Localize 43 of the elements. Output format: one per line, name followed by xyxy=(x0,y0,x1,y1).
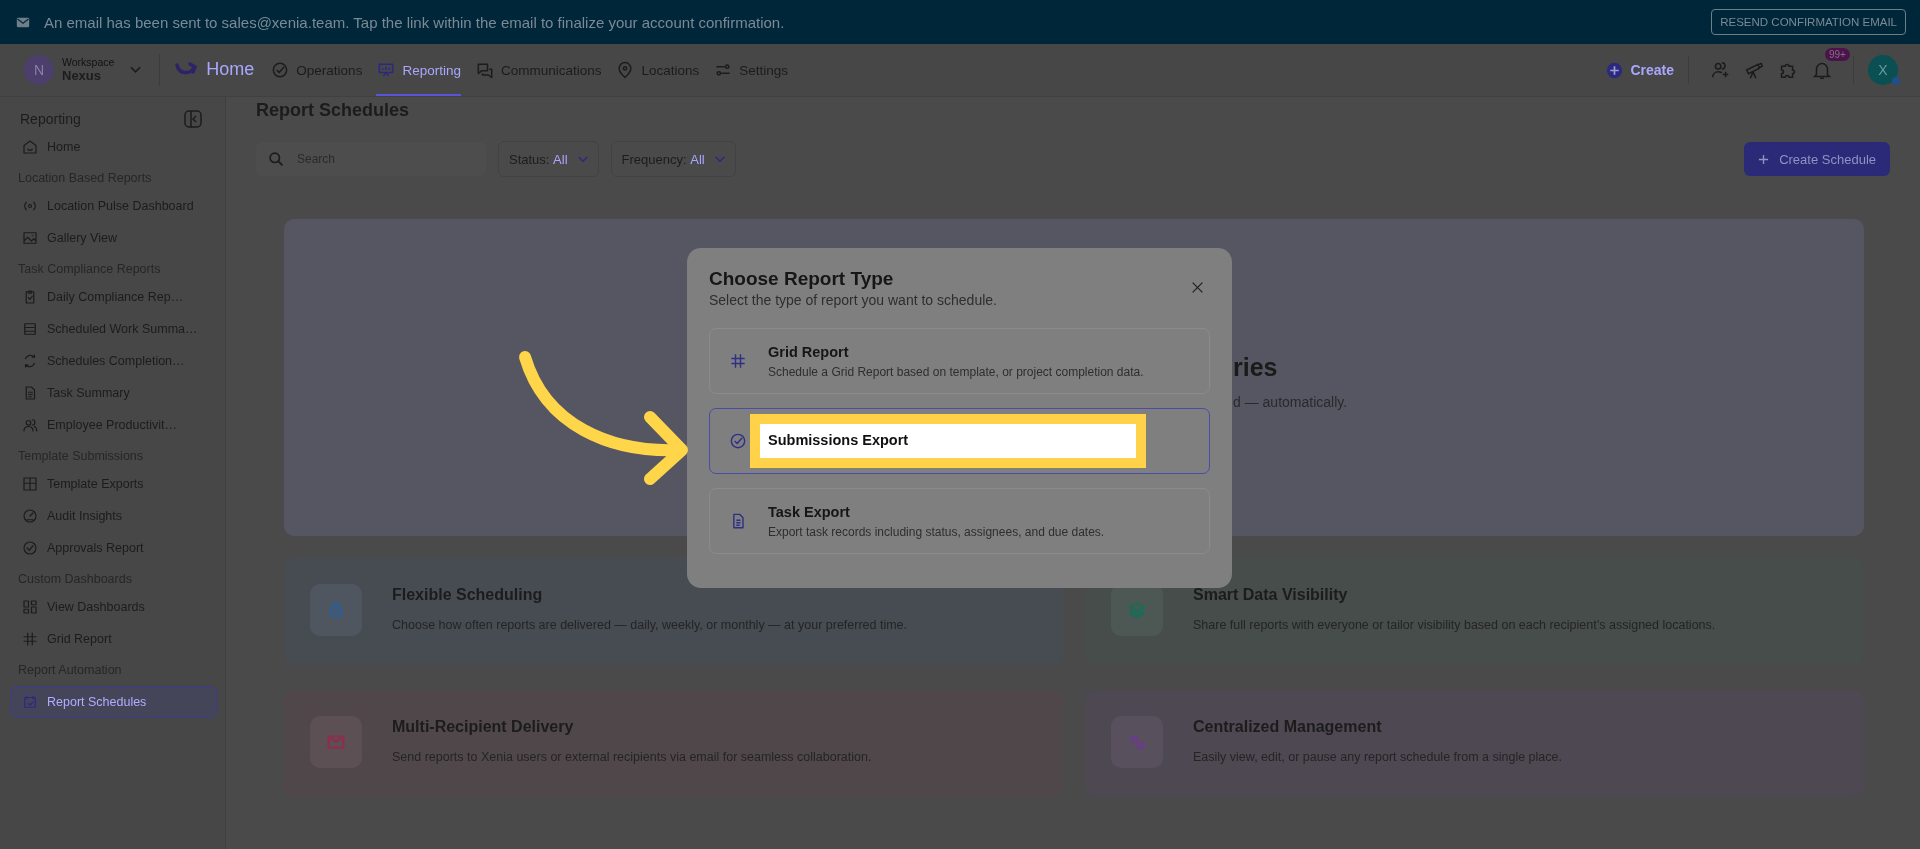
dialog-title: Choose Report Type xyxy=(709,268,895,290)
hero-subtitle: d — automatically. xyxy=(1233,394,1349,410)
home-nav-link[interactable]: Home xyxy=(174,44,255,96)
option-description: Export task records including status, assignees, and due dates. xyxy=(768,524,1105,539)
status-dot xyxy=(1892,77,1900,85)
mail-icon xyxy=(16,16,30,28)
chevron-down-icon xyxy=(714,155,725,163)
option-title: Task Export xyxy=(768,503,851,520)
sidebar-item-icon xyxy=(21,475,39,493)
resend-email-button[interactable]: RESEND CONFIRMATION EMAIL xyxy=(1711,9,1906,35)
chevron-down-icon xyxy=(577,155,588,163)
search-icon xyxy=(268,150,285,168)
sidebar-item[interactable]: Report Schedules xyxy=(10,686,217,718)
chevron-down-icon[interactable] xyxy=(130,66,142,74)
plus-icon xyxy=(1606,61,1624,79)
close-icon[interactable] xyxy=(1191,281,1204,294)
report-type-option[interactable]: Submissions Export xyxy=(709,408,1210,474)
option-description: Schedule a Grid Report based on template, or project completion data. xyxy=(768,364,1144,379)
sidebar-item-icon xyxy=(21,416,39,434)
sidebar-item-icon xyxy=(21,507,39,525)
report-type-option[interactable]: Grid Report Schedule a Grid Report based on template, or project completion data. xyxy=(709,328,1210,394)
report-type-icon xyxy=(728,431,748,451)
sidebar-item-icon xyxy=(21,229,39,247)
hero-title: ries xyxy=(1233,353,1279,382)
sidebar-item-icon xyxy=(21,630,39,648)
dialog-subtitle: Select the type of report you want to schedule. xyxy=(709,292,997,308)
workspace-avatar: N xyxy=(24,55,54,85)
sidebar-item-icon xyxy=(21,138,39,156)
sidebar-item-icon xyxy=(21,539,39,557)
create-schedule-button[interactable]: Create Schedule xyxy=(1744,142,1890,176)
sidebar-item-icon xyxy=(21,320,39,338)
plus-icon xyxy=(1758,153,1770,165)
user-avatar[interactable]: X xyxy=(1868,55,1898,85)
sidebar-item-icon xyxy=(21,693,39,711)
notification-badge: 99+ xyxy=(1825,48,1850,61)
report-type-icon xyxy=(728,351,748,371)
sidebar-item-icon xyxy=(21,598,39,616)
nav-tab[interactable]: Reporting xyxy=(376,44,461,96)
option-title: Grid Report xyxy=(768,343,850,360)
banner-message: An email has been sent to sales@xenia.team. Tap the link within the email to finalize your account confirmation. xyxy=(44,13,786,31)
collapse-sidebar-icon[interactable] xyxy=(183,109,203,129)
report-type-option[interactable]: Task Export Export task records including status, assignees, and due dates. xyxy=(709,488,1210,554)
create-button[interactable]: Create xyxy=(1606,44,1674,96)
